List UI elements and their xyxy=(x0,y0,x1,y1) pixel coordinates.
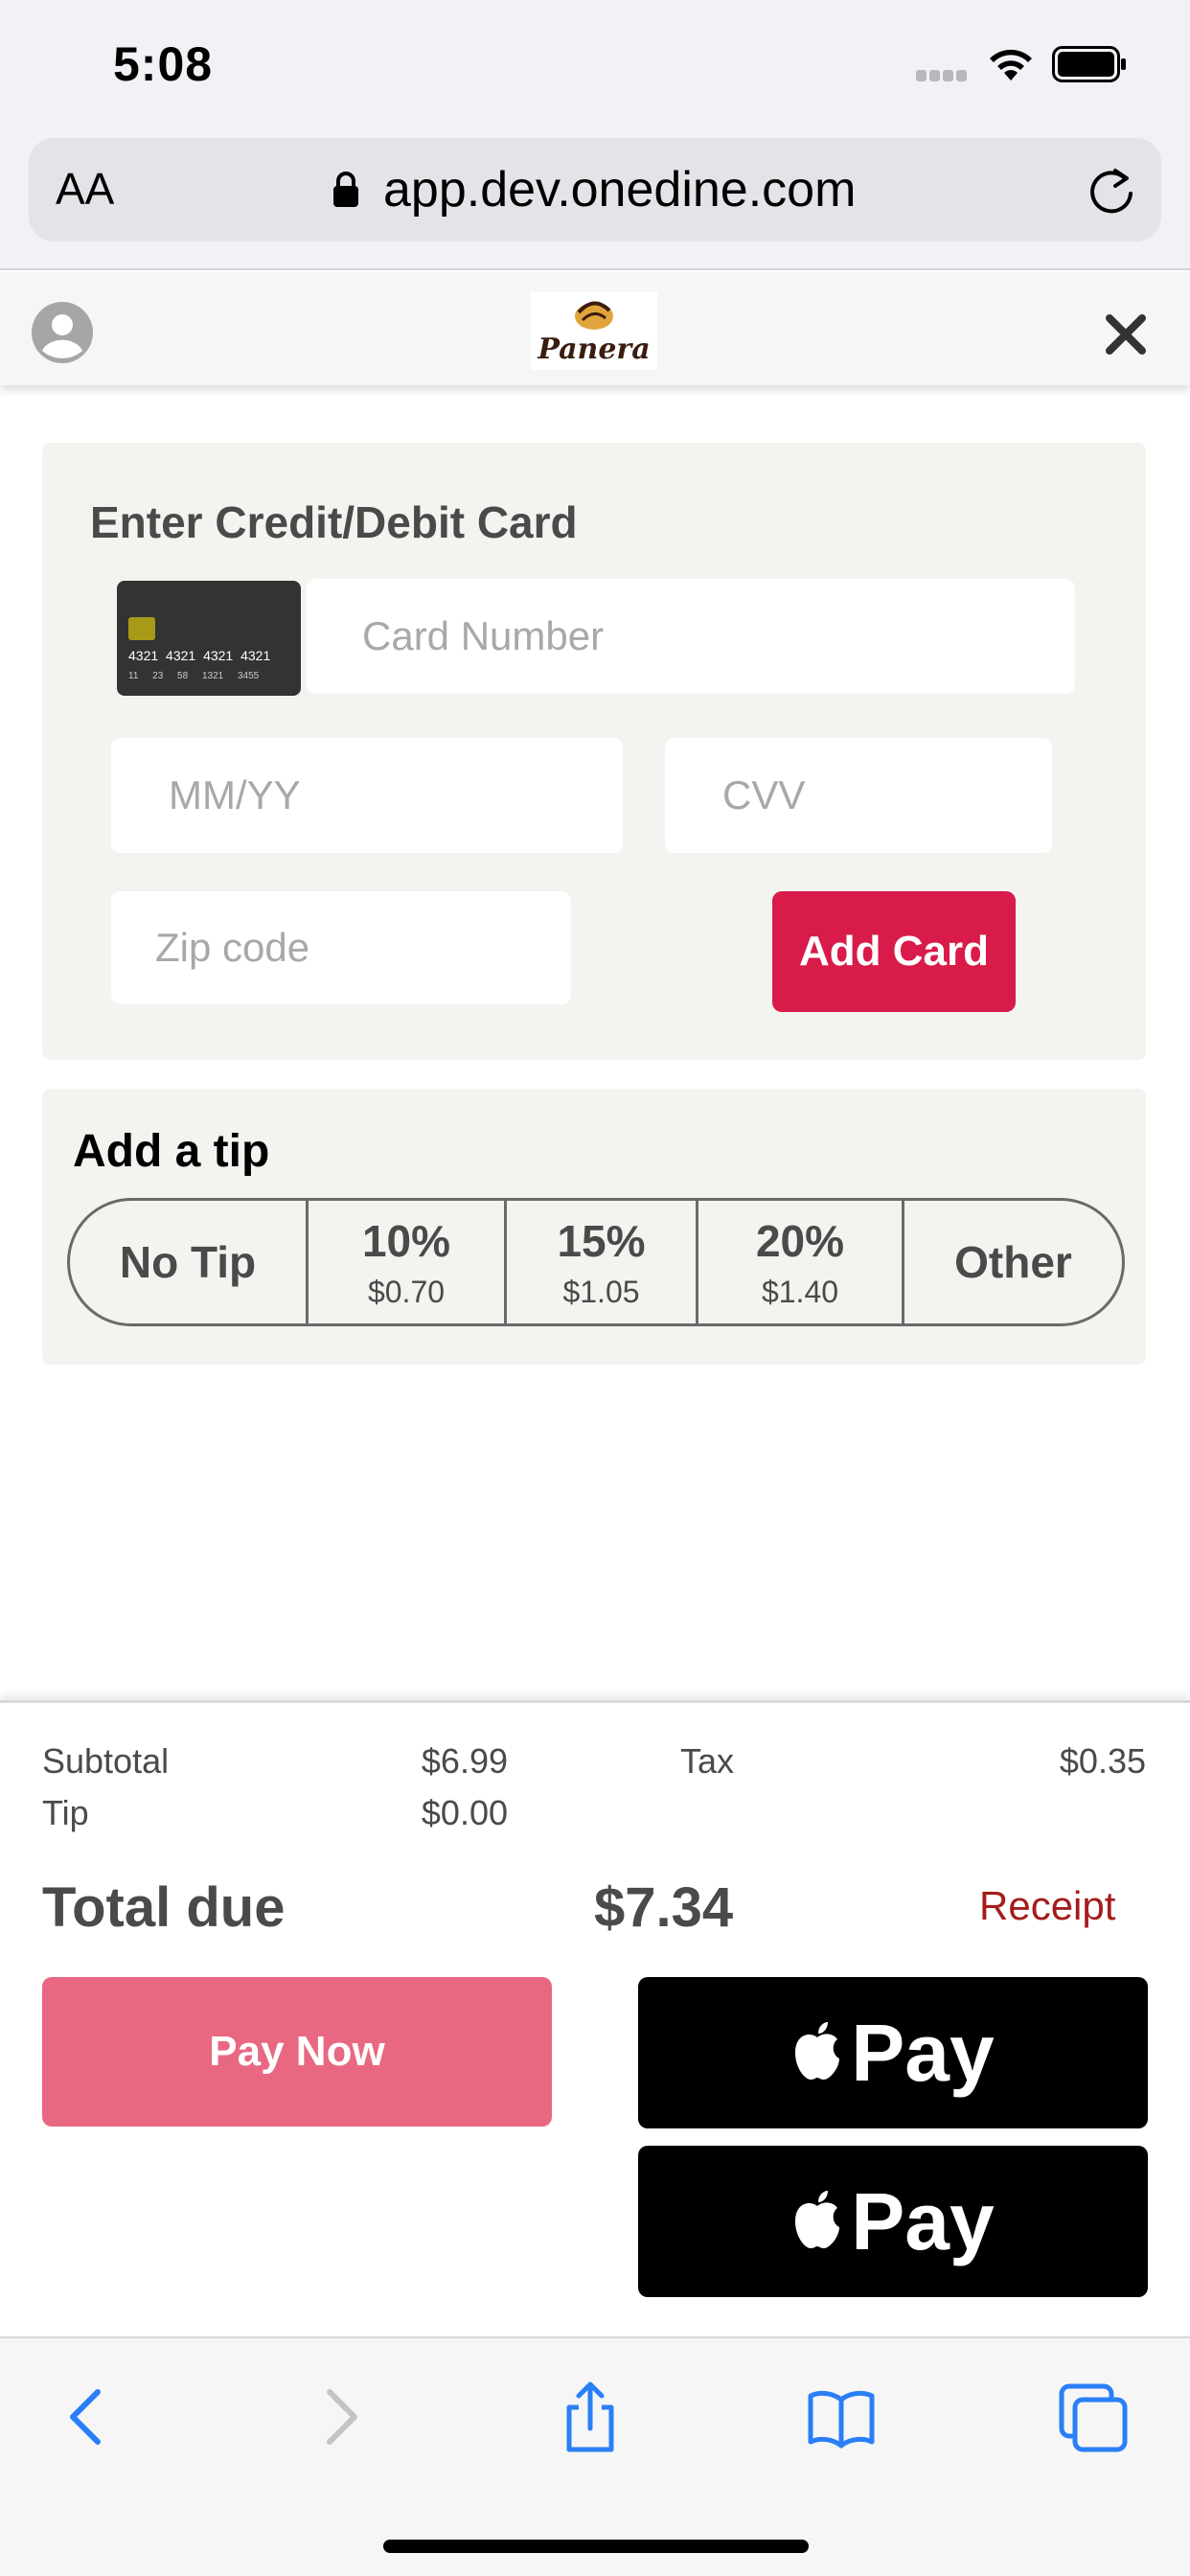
signal-icon xyxy=(916,69,972,82)
tip-value: $0.00 xyxy=(421,1793,508,1832)
receipt-link[interactable]: Receipt xyxy=(979,1883,1115,1929)
tip-panel: Add a tip No Tip 10% $0.70 15% $1.05 20%… xyxy=(42,1089,1146,1365)
apple-pay-label: Pay xyxy=(851,2007,995,2098)
apple-logo-icon xyxy=(795,2191,840,2248)
text-size-button[interactable]: AA xyxy=(56,163,114,215)
forward-icon[interactable] xyxy=(301,2379,378,2455)
tip-option-other[interactable]: Other xyxy=(904,1201,1122,1323)
battery-icon xyxy=(1052,46,1126,82)
share-icon[interactable] xyxy=(552,2379,629,2455)
brand-logo: Panera xyxy=(531,291,657,370)
browser-toolbar xyxy=(0,2336,1190,2576)
card-entry-panel: Enter Credit/Debit Card 4321 4321 4321 4… xyxy=(42,443,1146,1060)
browser-address-area: AA app.dev.onedine.com xyxy=(0,134,1190,270)
tip-option-label: 15% xyxy=(557,1215,646,1266)
avatar-icon[interactable] xyxy=(29,301,96,364)
url-text[interactable]: app.dev.onedine.com xyxy=(383,161,856,218)
apple-pay-button[interactable]: Pay xyxy=(638,1977,1148,2128)
wifi-icon xyxy=(990,49,1032,80)
close-icon[interactable] xyxy=(1102,310,1150,358)
reload-icon[interactable] xyxy=(1087,165,1138,217)
subtotal-label: Subtotal xyxy=(42,1741,170,1781)
tip-title: Add a tip xyxy=(73,1126,270,1177)
tip-option-10[interactable]: 10% $0.70 xyxy=(309,1201,507,1323)
logo-text: Panera xyxy=(538,333,651,366)
tax-label: Tax xyxy=(680,1741,735,1781)
zip-input[interactable] xyxy=(111,891,571,1004)
address-bar[interactable]: AA app.dev.onedine.com xyxy=(29,138,1161,242)
back-icon[interactable] xyxy=(50,2379,126,2455)
add-card-button[interactable]: Add Card xyxy=(772,891,1016,1012)
lock-icon xyxy=(333,172,358,207)
tip-option-amount: $0.70 xyxy=(367,1274,446,1309)
card-section-title: Enter Credit/Debit Card xyxy=(90,497,578,547)
status-bar: 5:08 xyxy=(0,0,1190,134)
status-time: 5:08 xyxy=(113,37,214,91)
tip-option-15[interactable]: 15% $1.05 xyxy=(507,1201,698,1323)
tip-option-label: 10% xyxy=(361,1215,451,1266)
tabs-icon[interactable] xyxy=(1054,2379,1131,2455)
bookmarks-icon[interactable] xyxy=(803,2379,880,2455)
card-image-digits: 4321 4321 4321 4321 xyxy=(128,648,271,663)
tip-option-amount: $1.05 xyxy=(562,1274,640,1309)
tip-option-label: Other xyxy=(954,1237,1072,1287)
tip-option-label: 20% xyxy=(755,1215,845,1266)
card-number-input[interactable] xyxy=(307,579,1075,694)
tip-label: Tip xyxy=(42,1793,89,1832)
tip-option-none[interactable]: No Tip xyxy=(70,1201,309,1323)
credit-card-image: 4321 4321 4321 4321 11 23 58 1321 3455 xyxy=(117,581,301,696)
tip-option-amount: $1.40 xyxy=(761,1274,839,1309)
subtotal-value: $6.99 xyxy=(421,1741,508,1781)
home-indicator xyxy=(383,2540,809,2553)
cvv-input[interactable] xyxy=(665,738,1052,853)
card-image-sub: 11 23 58 1321 3455 xyxy=(128,671,260,681)
total-due-label: Total due xyxy=(42,1876,286,1939)
pay-now-button[interactable]: Pay Now xyxy=(42,1977,552,2127)
tip-options: No Tip 10% $0.70 15% $1.05 20% $1.40 Oth… xyxy=(67,1198,1125,1326)
order-summary: Subtotal $6.99 Tax $0.35 Tip $0.00 Total… xyxy=(0,1700,1190,2336)
tip-option-20[interactable]: 20% $1.40 xyxy=(698,1201,904,1323)
expiry-input[interactable] xyxy=(111,738,623,853)
apple-pay-button-secondary[interactable]: Pay xyxy=(638,2146,1148,2297)
tip-option-label: No Tip xyxy=(119,1237,257,1287)
apple-logo-icon xyxy=(795,2022,840,2080)
total-due-value: $7.34 xyxy=(594,1876,734,1939)
apple-pay-label: Pay xyxy=(851,2175,995,2266)
tax-value: $0.35 xyxy=(1059,1741,1146,1781)
app-header: Panera xyxy=(0,272,1190,385)
card-chip-icon xyxy=(128,617,155,640)
